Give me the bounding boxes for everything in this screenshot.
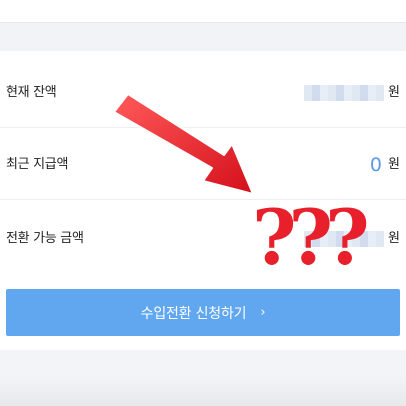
convert-income-button-label: 수입전환 신청하기 [140, 305, 247, 322]
section-spacer [0, 23, 406, 51]
chevron-right-icon: › [260, 305, 266, 320]
question-marks-annotation: ??? [252, 193, 370, 282]
balance-value-obscured [304, 85, 384, 101]
balance-unit: 원 [388, 85, 400, 100]
recent-payment-label: 최근 지급액 [6, 157, 69, 172]
recent-payment-unit: 원 [388, 157, 400, 172]
top-band [0, 0, 406, 22]
convert-income-button[interactable]: 수입전환 신청하기 › [6, 289, 400, 336]
convertible-amount-label: 전환 가능 금액 [6, 231, 84, 246]
balance-label: 현재 잔액 [6, 85, 57, 100]
recent-payment-value: 0 [369, 154, 382, 176]
red-arrow-icon [113, 93, 254, 195]
bottom-shadow [0, 376, 406, 406]
